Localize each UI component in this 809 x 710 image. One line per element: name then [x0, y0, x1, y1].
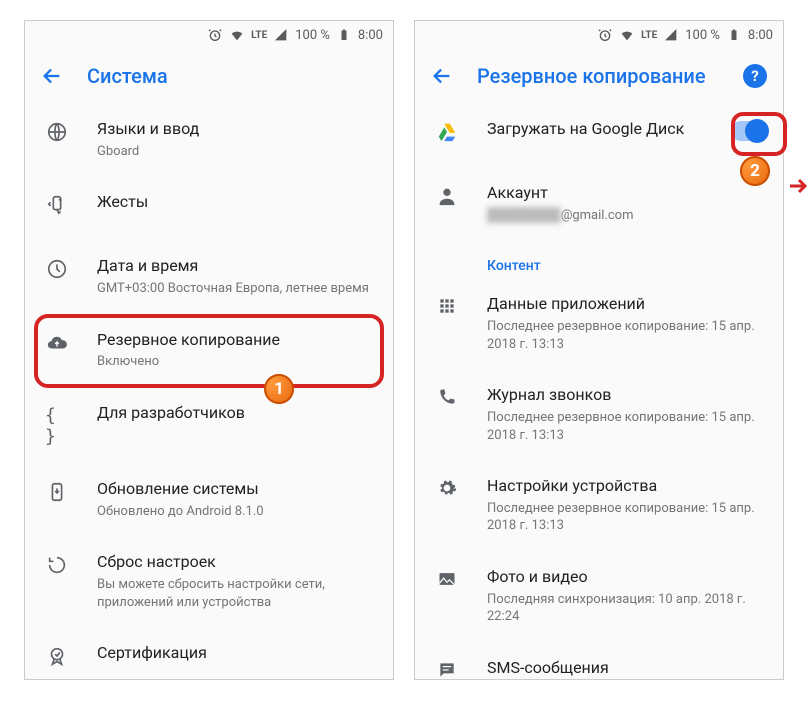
label: Сертификация — [97, 643, 377, 664]
phone-left: LTE 100 % 8:00 Система Языки и ввод Gboar… — [24, 20, 394, 680]
statusbar: LTE 100 % 8:00 — [415, 21, 783, 49]
item-call-log[interactable]: Журнал звонков Последнее резервное копиро… — [415, 369, 783, 460]
sub: Вы можете сбросить настройки сети, прило… — [97, 576, 377, 611]
label: Сброс настроек — [97, 552, 377, 573]
label: Для разработчиков — [97, 403, 377, 424]
globe-icon — [46, 121, 68, 143]
battery-text: 100 % — [295, 28, 330, 43]
item-reset[interactable]: Сброс настроек Вы можете сбросить настрой… — [25, 536, 393, 627]
sub: ████████@gmail.com — [487, 207, 767, 225]
battery-icon — [336, 27, 352, 43]
page-title: Резервное копирование — [477, 64, 706, 88]
sub: Обновлено до Android 8.1.0 — [97, 503, 377, 521]
page-title: Система — [87, 64, 168, 88]
upload-toggle[interactable] — [731, 121, 767, 141]
wifi-icon — [619, 27, 635, 43]
item-upload-drive[interactable]: Загружать на Google Диск — [415, 103, 783, 167]
wifi-icon — [229, 27, 245, 43]
back-button[interactable] — [41, 65, 63, 87]
item-account[interactable]: Аккаунт ████████@gmail.com — [415, 167, 783, 240]
item-update[interactable]: Обновление системы Обновлено до Android 8… — [25, 463, 393, 536]
update-icon — [46, 481, 68, 503]
item-developer[interactable]: { } Для разработчиков — [25, 387, 393, 463]
statusbar: LTE 100 % 8:00 — [25, 21, 393, 49]
label: Настройки устройства — [487, 476, 767, 497]
label: Журнал звонков — [487, 385, 767, 406]
lte-label: LTE — [641, 30, 657, 41]
clock-icon — [46, 258, 68, 280]
header: Система — [25, 49, 393, 103]
item-device-settings[interactable]: Настройки устройства Последнее резервное … — [415, 460, 783, 551]
sub: Включено — [97, 353, 377, 371]
item-languages[interactable]: Языки и ввод Gboard — [25, 103, 393, 176]
item-photo-video[interactable]: Фото и видео Последняя синхронизация: 10 … — [415, 551, 783, 642]
sub: Последнее резервное копирование: 15 апр.… — [487, 409, 767, 444]
sub: Последняя синхронизация: 10 апр. 2018 г.… — [487, 591, 767, 626]
label: Фото и видео — [487, 567, 767, 588]
item-gestures[interactable]: Жесты — [25, 176, 393, 240]
label: SMS-сообщения — [487, 658, 767, 679]
alarm-icon — [597, 27, 613, 43]
label: Жесты — [97, 192, 377, 213]
item-datetime[interactable]: Дата и время GMT+03:00 Восточная Европа, … — [25, 240, 393, 313]
cloud-upload-icon — [46, 332, 68, 354]
signal-icon — [273, 27, 289, 43]
item-backup[interactable]: Резервное копирование Включено — [25, 314, 393, 387]
label: Загружать на Google Диск — [487, 119, 695, 140]
account-icon — [436, 185, 458, 207]
section-content: Контент — [415, 240, 783, 278]
annotation-badge-2: 2 — [740, 156, 770, 186]
battery-text: 100 % — [685, 28, 720, 43]
label: Данные приложений — [487, 294, 767, 315]
label: Аккаунт — [487, 183, 767, 204]
alarm-icon — [207, 27, 223, 43]
sub: Gboard — [97, 143, 377, 161]
time-text: 8:00 — [358, 28, 383, 43]
annotation-badge-1: 1 — [264, 374, 294, 404]
help-button[interactable]: ? — [743, 64, 767, 88]
drive-icon — [436, 121, 458, 143]
annotation-arrow-icon — [790, 178, 808, 194]
item-certification[interactable]: Сертификация — [25, 627, 393, 680]
signal-icon — [663, 27, 679, 43]
label: Языки и ввод — [97, 119, 377, 140]
battery-icon — [726, 27, 742, 43]
item-app-data[interactable]: Данные приложений Последнее резервное коп… — [415, 278, 783, 369]
apps-icon — [437, 296, 457, 316]
sub: GMT+03:00 Восточная Европа, летнее время — [97, 280, 377, 298]
braces-icon: { } — [45, 405, 69, 447]
sms-icon — [437, 660, 457, 680]
lte-label: LTE — [251, 30, 267, 41]
back-button[interactable] — [431, 65, 453, 87]
sub: Последнее резервное копирование: 15 апр.… — [487, 500, 767, 535]
gestures-icon — [46, 194, 68, 216]
phone-icon — [437, 387, 457, 407]
phone-right: LTE 100 % 8:00 Резервное копирование ? З… — [414, 20, 784, 680]
gear-icon — [437, 478, 457, 498]
time-text: 8:00 — [748, 28, 773, 43]
reset-icon — [46, 554, 68, 576]
cert-icon — [46, 645, 68, 667]
item-sms[interactable]: SMS-сообщенияПоследнее резервное копиров… — [415, 642, 783, 680]
header: Резервное копирование ? — [415, 49, 783, 103]
image-icon — [437, 569, 457, 589]
sub: Последнее резервное копирование: 15 апр.… — [487, 318, 767, 353]
label: Обновление системы — [97, 479, 377, 500]
label: Резервное копирование — [97, 330, 377, 351]
label: Дата и время — [97, 256, 377, 277]
